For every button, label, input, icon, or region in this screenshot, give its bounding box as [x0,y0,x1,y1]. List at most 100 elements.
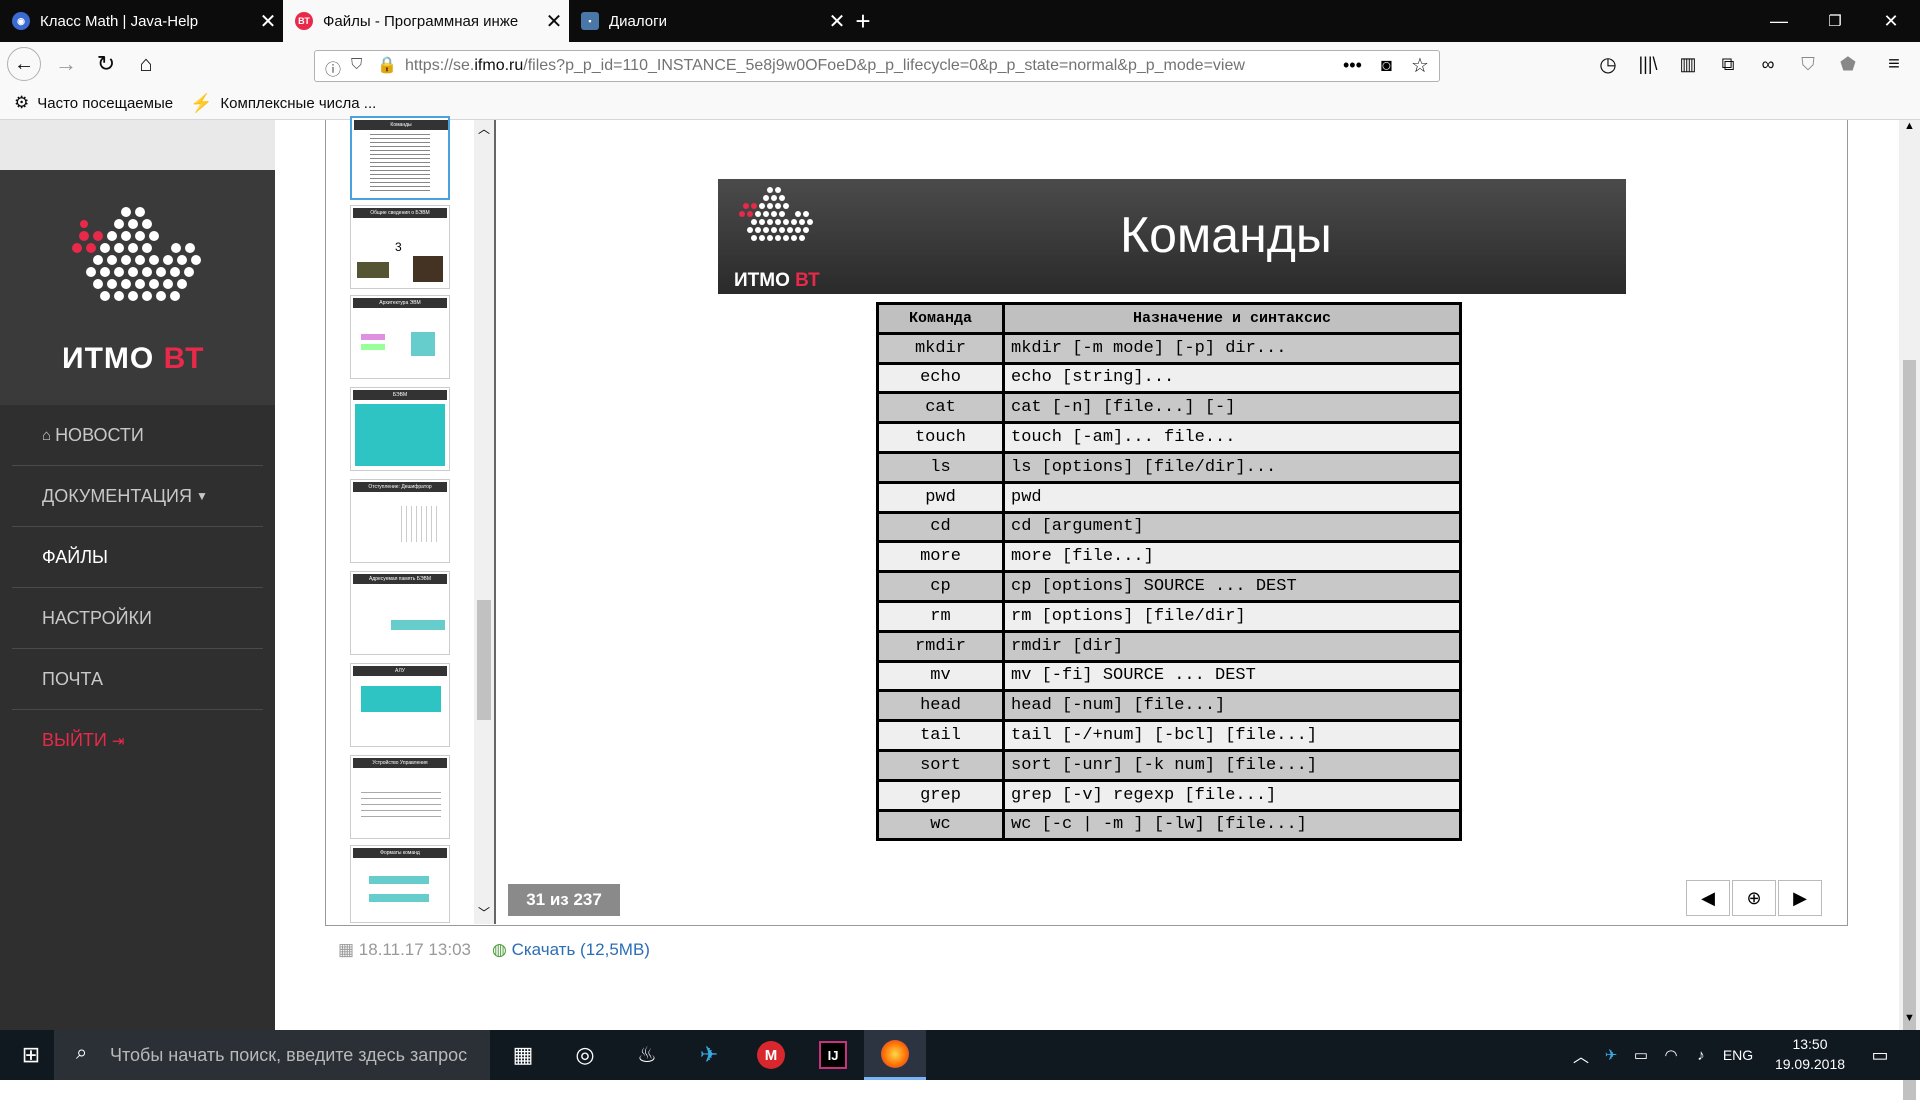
download-link[interactable]: ◍ Скачать (12,5MB) [492,940,650,960]
scroll-down-icon[interactable]: ▼ [1899,1012,1920,1028]
pocket-icon[interactable]: ◙ [1381,55,1392,76]
menu-settings[interactable]: НАСТРОЙКИ [12,588,263,649]
intellij-icon[interactable]: IJ [802,1030,864,1080]
menu-mail[interactable]: ПОЧТА [12,649,263,710]
sync-tabs-icon[interactable]: ⧉ [1710,42,1746,86]
zoom-button[interactable]: ⊕ [1732,880,1776,916]
telegram-icon[interactable]: ✈ [678,1030,740,1080]
privacy-badger-icon[interactable]: ⛉ [1790,42,1826,86]
history-icon[interactable]: ◷ [1590,42,1626,86]
column-header: Команда [876,302,1005,335]
menu-label: ФАЙЛЫ [42,546,108,567]
clock-date: 19.09.2018 [1774,1056,1846,1072]
chevron-up-icon[interactable]: ︿ [1566,1030,1596,1080]
library-icon[interactable]: |||\ [1630,42,1666,86]
thumbnail[interactable]: Адресуемая память БЭВМ [350,571,450,655]
tab-title: Класс Math | Java-Help [40,12,199,30]
thumbnail[interactable]: БЭВМ [350,387,450,471]
mega-icon[interactable]: M [740,1030,802,1080]
sidebar-icon[interactable]: ▥ [1670,42,1706,86]
reload-button[interactable]: ↻ [88,42,124,86]
table-row: ls ls [options] [file/dir]... [876,450,1462,484]
command-syntax-cell: mv [-fi] SOURCE ... DEST [1002,659,1462,693]
arrow-right-circle-icon: ▶ [1793,887,1807,908]
close-icon[interactable]: ✕ [253,9,283,34]
language-indicator[interactable]: ENG [1716,1030,1760,1080]
bookmark-star-icon[interactable]: ☆ [1411,53,1429,78]
command-syntax-cell: rm [options] [file/dir] [1002,599,1462,633]
menu-documentation[interactable]: ДОКУМЕНТАЦИЯ ▼ [12,466,263,527]
tracking-shield-icon[interactable]: ⛉ [351,56,362,73]
firefox-icon[interactable] [864,1030,926,1080]
command-name-cell: mkdir [876,331,1005,365]
menu-logout[interactable]: ВЫЙТИ ⇥ [12,710,263,771]
tab-title: Файлы - Программная инже [323,12,519,30]
close-window-button[interactable]: ✕ [1868,0,1914,42]
thumbnail[interactable]: Отступление: Дешифратор [350,479,450,563]
mask-icon[interactable]: ∞ [1750,42,1786,86]
menu-label: ВЫЙТИ [42,730,107,750]
logout-icon: ⇥ [111,732,125,750]
thumbnail-scrollbar[interactable]: ︿ ﹀ [474,120,494,924]
info-icon[interactable]: ⓘ [325,56,341,80]
itmo-logo[interactable]: ИТМО ВТ [0,170,275,405]
page-scrollbar[interactable]: ▲ ▼ [1899,120,1920,1100]
steam-icon[interactable]: ♨ [616,1030,678,1080]
battery-icon[interactable]: ▭ [1626,1030,1656,1080]
telegram-tray-icon[interactable]: ✈ [1596,1030,1626,1080]
table-row: pwd pwd [876,480,1462,514]
menu-label: ПОЧТА [42,668,103,689]
thumbnail[interactable]: Устройство Управления [350,755,450,839]
minimize-button[interactable]: — [1756,0,1802,42]
menu-news[interactable]: ⌂ НОВОСТИ [12,405,263,466]
table-row: more more [file...] [876,540,1462,574]
search-placeholder: Чтобы начать поиск, введите здесь запрос [110,1044,468,1065]
url-bar[interactable]: ⓘ ⛉ 🔒 https://se.ifmo.ru/files?p_p_id=11… [314,50,1440,82]
shield-icon[interactable]: ⬟ [1830,42,1866,86]
thumbnail[interactable]: Команды [350,116,450,200]
command-name-cell: pwd [876,480,1005,514]
scroll-down-icon[interactable]: ﹀ [474,904,494,922]
scroll-thumb[interactable] [477,600,491,720]
thumbnail[interactable]: Архитектура ЭВМ [350,295,450,379]
windows-start-icon[interactable]: ⊞ [0,1030,62,1080]
menu-icon[interactable]: ≡ [1876,42,1912,86]
calculator-icon[interactable]: ▦ [492,1030,554,1080]
next-page-button[interactable]: ▶ [1778,880,1822,916]
command-name-cell: rm [876,599,1005,633]
thumbnail[interactable]: Общие сведения о БЭВМ 3 [350,205,450,289]
page-indicator: 31 из 237 [508,884,620,916]
media-player-icon[interactable]: ◎ [554,1030,616,1080]
globe-icon: ◍ [492,940,507,959]
prev-page-button[interactable]: ◀ [1686,880,1730,916]
tab-java-help[interactable]: ◉ Класс Math | Java-Help ✕ [0,0,283,42]
scroll-up-icon[interactable]: ▲ [1899,120,1920,136]
volume-icon[interactable]: ♪ [1686,1030,1716,1080]
back-button[interactable]: ← [6,42,42,86]
notifications-icon[interactable]: ▭ [1856,1030,1904,1080]
thumbnail[interactable]: АЛУ [350,663,450,747]
close-icon[interactable]: ✕ [539,9,569,34]
restore-button[interactable]: ❐ [1812,0,1858,42]
page-actions-icon[interactable]: ••• [1343,55,1362,76]
command-syntax-cell: head [-num] [file...] [1002,689,1462,723]
taskbar-search[interactable]: ⌕ Чтобы начать поиск, введите здесь запр… [54,1030,490,1080]
wifi-icon[interactable]: ◠ [1656,1030,1686,1080]
table-row: mkdir mkdir [-m mode] [-p] dir... [876,331,1462,365]
scroll-thumb[interactable] [1903,360,1916,1100]
scroll-up-icon[interactable]: ︿ [474,120,494,138]
forward-button[interactable]: → [48,42,84,86]
command-syntax-cell: sort [-unr] [-k num] [file...] [1002,748,1462,782]
command-syntax-cell: pwd [1002,480,1462,514]
command-syntax-cell: tail [-/+num] [-bcl] [file...] [1002,719,1462,752]
tab-files[interactable]: ВТ Файлы - Программная инже ✕ [283,0,569,42]
menu-files[interactable]: ФАЙЛЫ [12,527,263,588]
bookmark-complex-numbers[interactable]: ⚡ Комплексные числа ... [190,86,376,120]
new-tab-button[interactable]: + [840,0,886,42]
home-button[interactable]: ⌂ [128,42,164,86]
thumbnail[interactable]: Форматы команд [350,845,450,923]
clock[interactable]: 13:50 19.09.2018 [1760,1034,1860,1074]
bookmark-most-visited[interactable]: ⚙ Часто посещаемые [14,86,173,120]
gear-icon: ⚙ [14,93,30,112]
tab-dialogs[interactable]: ▪ Диалоги ✕ [569,0,852,42]
